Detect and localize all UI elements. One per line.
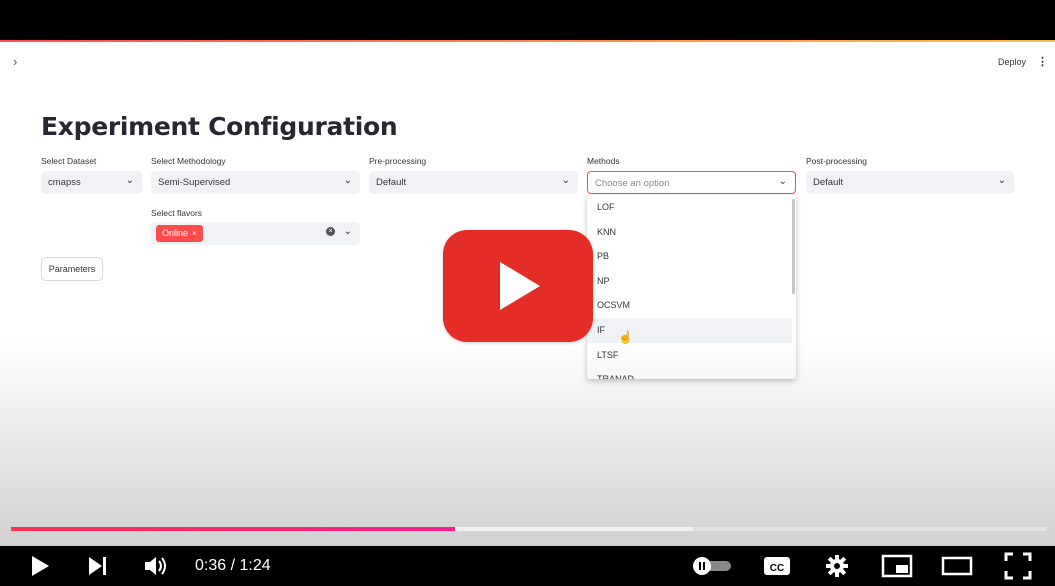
progress-played <box>11 527 456 531</box>
theater-icon[interactable] <box>940 546 974 586</box>
methods-label: Methods <box>587 156 620 166</box>
method-option[interactable]: TRANAD <box>587 367 796 379</box>
svg-text:CC: CC <box>770 563 784 574</box>
tag-remove-icon[interactable]: × <box>192 229 197 238</box>
video-gradient-overlay <box>0 340 1055 546</box>
method-option[interactable]: IF ☝ <box>587 317 792 344</box>
volume-icon[interactable] <box>142 546 172 586</box>
flavor-tag-online[interactable]: Online × <box>156 225 203 242</box>
captions-icon[interactable]: CC <box>762 546 792 586</box>
methods-placeholder: Choose an option <box>595 178 670 189</box>
video-top-bar <box>0 0 1055 40</box>
methodology-value: Semi-Supervised <box>158 177 231 188</box>
parameters-button[interactable]: Parameters <box>41 257 103 281</box>
chevron-down-icon: ⌄ <box>561 175 570 186</box>
gear-icon[interactable] <box>822 546 852 586</box>
methods-dropdown-menu[interactable]: LOFKNNPBNPOCSVMIF☝LTSFTRANAD <box>587 195 796 379</box>
chevron-down-icon: ⌄ <box>125 175 134 186</box>
dataset-label: Select Dataset <box>41 156 97 166</box>
next-icon[interactable] <box>84 546 112 586</box>
methodology-select[interactable]: Semi-Supervised ⌄ <box>151 171 360 194</box>
main-menu-icon[interactable]: ⋮ <box>1037 55 1048 68</box>
method-option[interactable]: PB <box>587 244 796 269</box>
preprocessing-label: Pre-processing <box>369 156 427 166</box>
miniplayer-icon[interactable] <box>880 546 914 586</box>
chevron-down-icon: ⌄ <box>997 175 1006 186</box>
dataset-select[interactable]: cmapss ⌄ <box>41 171 142 194</box>
video-progress-bar[interactable] <box>11 527 1047 531</box>
chevron-down-icon: ⌄ <box>778 176 787 187</box>
chevron-down-icon: ⌄ <box>343 175 352 186</box>
flavor-tag-label: Online <box>162 228 189 238</box>
preprocessing-value: Default <box>376 177 407 188</box>
postprocessing-select[interactable]: Default ⌄ <box>806 171 1014 194</box>
dataset-value: cmapss <box>48 177 81 188</box>
page-title: Experiment Configuration <box>41 112 398 141</box>
postprocessing-value: Default <box>813 177 844 188</box>
hand-cursor-icon: ☝ <box>618 329 633 344</box>
flavors-label: Select flavors <box>151 208 203 218</box>
deploy-button[interactable]: Deploy <box>998 57 1026 67</box>
sidebar-expand-icon[interactable]: › <box>13 54 17 69</box>
methods-multiselect[interactable]: Choose an option ⌄ <box>587 171 796 194</box>
clear-selection-icon[interactable]: × <box>326 227 335 236</box>
time-display: 0:36 / 1:24 <box>195 557 271 574</box>
flavors-multiselect[interactable]: Online × × ⌄ <box>151 222 360 245</box>
youtube-play-button[interactable] <box>443 230 593 342</box>
method-option[interactable]: OCSVM <box>587 293 796 318</box>
postprocessing-label: Post-processing <box>806 156 867 166</box>
autoplay-toggle-icon[interactable] <box>690 546 734 586</box>
method-option[interactable]: LOF <box>587 195 796 220</box>
methodology-label: Select Methodology <box>151 156 226 166</box>
fullscreen-icon[interactable] <box>1001 546 1035 586</box>
player-controls: 0:36 / 1:24 CC <box>0 546 1055 586</box>
chevron-down-icon: ⌄ <box>343 226 352 237</box>
method-option[interactable]: NP <box>587 269 796 294</box>
play-triangle-icon <box>500 262 540 310</box>
preprocessing-select[interactable]: Default ⌄ <box>369 171 578 194</box>
app-header-accent <box>0 40 1055 42</box>
play-icon[interactable] <box>26 546 54 586</box>
method-option[interactable]: KNN <box>587 220 796 245</box>
dropdown-scrollbar[interactable] <box>792 199 795 294</box>
